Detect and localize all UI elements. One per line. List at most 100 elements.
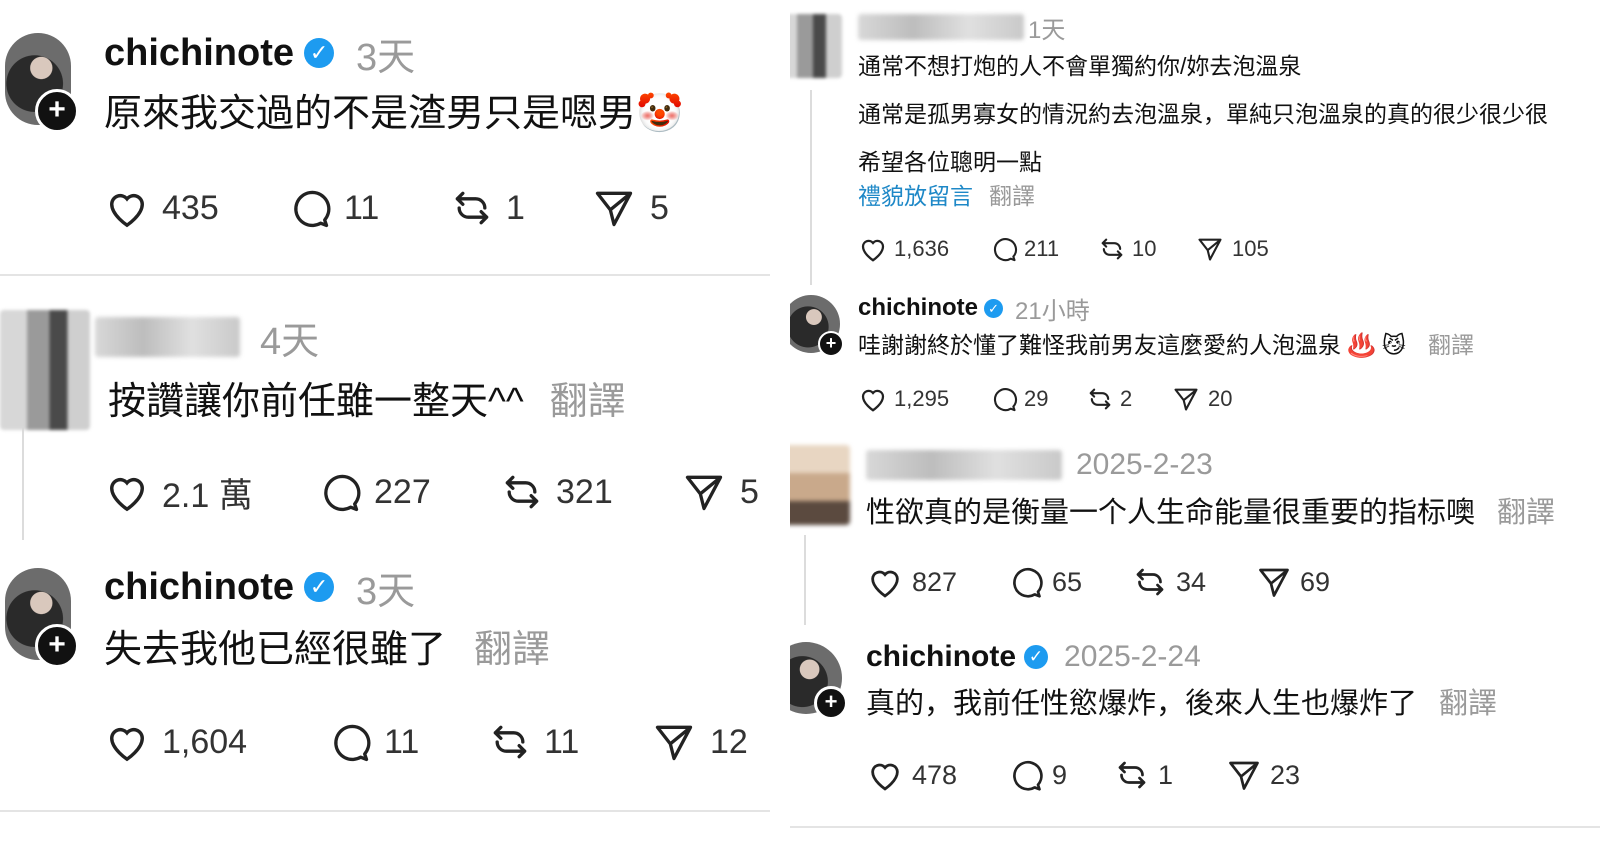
repost-button[interactable]: 1 (1114, 757, 1226, 793)
post-text-line-3: 希望各位聰明一點 (858, 149, 1042, 175)
avatar[interactable]: + (790, 642, 848, 720)
username-blurred[interactable] (866, 450, 1062, 480)
heart-icon (861, 389, 885, 412)
username[interactable]: chichinote (858, 294, 978, 322)
post-text: 真的，我前任性慾爆炸，後來人生也爆炸了 (866, 688, 1418, 720)
post-time: 1天 (1028, 16, 1066, 44)
post-r2: + chichinote ✓ 21小時 哇謝謝終於懂了難怪我前男友這麼愛約人泡溫… (790, 285, 1600, 435)
reply-count: 11 (344, 188, 380, 227)
like-button[interactable]: 1,604 (104, 721, 328, 763)
verified-badge-icon: ✓ (304, 572, 335, 602)
repost-icon (493, 725, 527, 759)
follow-plus-icon[interactable]: + (814, 686, 848, 720)
comment-icon (294, 190, 331, 228)
share-button[interactable]: 23 (1226, 757, 1300, 793)
like-button[interactable]: 478 (866, 758, 1008, 792)
heart-icon (871, 763, 899, 791)
translate-link[interactable]: 翻譯 (550, 381, 626, 423)
like-count: 1,636 (894, 236, 950, 261)
post-3: + chichinote ✓ 3天 失去我他已經很雖了 翻譯 1,604 11 1… (0, 550, 770, 861)
send-icon (1229, 761, 1259, 790)
comment-icon (993, 388, 1018, 412)
hot-springs-emoji-icon: ♨️ 😼 (1347, 332, 1407, 358)
repost-count: 10 (1132, 236, 1157, 261)
repost-button[interactable]: 34 (1132, 564, 1256, 600)
reply-count: 11 (384, 722, 420, 761)
repost-count: 1 (1158, 759, 1174, 790)
reply-button[interactable]: 29 (990, 385, 1086, 413)
avatar[interactable] (0, 310, 90, 430)
post-time: 2025-2-24 (1064, 640, 1201, 673)
repost-button[interactable]: 1 (450, 186, 592, 230)
reply-button[interactable]: 211 (990, 235, 1098, 263)
reply-button[interactable]: 227 (318, 470, 500, 514)
avatar[interactable]: + (5, 568, 79, 668)
divider (0, 810, 770, 812)
verified-badge-icon: ✓ (1024, 645, 1049, 669)
share-button[interactable]: 5 (682, 470, 759, 514)
avatar[interactable] (790, 445, 850, 525)
reply-button[interactable]: 11 (328, 720, 488, 764)
repost-count: 321 (556, 472, 613, 511)
send-icon (1174, 388, 1198, 411)
share-button[interactable]: 69 (1256, 564, 1330, 600)
username[interactable]: chichinote (104, 566, 294, 609)
reply-button[interactable]: 65 (1008, 564, 1132, 600)
username-blurred[interactable] (95, 317, 240, 357)
thread-line (810, 90, 812, 285)
follow-plus-icon[interactable]: + (818, 331, 844, 357)
avatar[interactable]: + (5, 33, 79, 133)
comment-icon (334, 724, 371, 762)
like-button[interactable]: 2.1 萬 (104, 468, 318, 517)
like-button[interactable]: 435 (104, 187, 288, 229)
avatar[interactable]: + (790, 295, 844, 357)
follow-plus-icon[interactable]: + (35, 624, 79, 668)
like-button[interactable]: 827 (866, 565, 1008, 599)
repost-button[interactable]: 2 (1086, 385, 1172, 413)
post-text-line-2: 通常是孤男寡女的情況約去泡溫泉，單純只泡溫泉的真的很少很少很 (858, 101, 1548, 127)
send-icon (1259, 568, 1289, 597)
post-1: + chichinote ✓ 3天 原來我交過的不是渣男只是嗯男🤡 435 11… (0, 0, 770, 280)
translate-link[interactable]: 翻譯 (474, 629, 550, 671)
post-r3: 2025-2-23 性欲真的是衡量一个人生命能量很重要的指标噢 翻譯 827 65… (790, 435, 1600, 630)
repost-button[interactable]: 321 (500, 470, 682, 514)
comment-icon (993, 238, 1018, 262)
translate-link[interactable]: 翻譯 (1428, 332, 1474, 358)
like-button[interactable]: 1,636 (858, 235, 990, 263)
translate-link[interactable]: 翻譯 (1439, 688, 1497, 720)
avatar[interactable] (790, 14, 842, 78)
translate-link[interactable]: 翻譯 (1497, 497, 1555, 529)
reply-button[interactable]: 9 (1008, 757, 1114, 793)
comment-icon (1013, 567, 1043, 598)
like-button[interactable]: 1,295 (858, 385, 990, 413)
follow-plus-icon[interactable]: + (35, 89, 79, 133)
reply-count: 227 (374, 472, 431, 511)
comment-icon (1013, 760, 1043, 791)
username[interactable]: chichinote (866, 640, 1016, 674)
share-count: 5 (740, 472, 759, 511)
share-button[interactable]: 12 (652, 720, 748, 764)
username[interactable]: chichinote (104, 32, 294, 75)
repost-icon (1118, 761, 1146, 789)
repost-count: 1 (506, 188, 525, 227)
repost-count: 34 (1176, 566, 1207, 597)
share-count: 20 (1208, 386, 1233, 411)
repost-button[interactable]: 11 (488, 720, 652, 764)
comment-icon (324, 474, 361, 512)
share-button[interactable]: 5 (592, 186, 669, 230)
like-count: 2.1 萬 (162, 476, 253, 515)
heart-icon (110, 193, 144, 228)
clown-emoji-icon: 🤡 (636, 93, 684, 135)
share-button[interactable]: 20 (1172, 385, 1232, 413)
share-button[interactable]: 105 (1196, 235, 1269, 263)
post-time: 21小時 (1015, 297, 1090, 325)
send-icon (655, 725, 693, 761)
reply-button[interactable]: 11 (288, 186, 450, 230)
username-blurred[interactable] (858, 14, 1024, 40)
polite-comment-link[interactable]: 禮貌放留言 (858, 183, 973, 209)
translate-link[interactable]: 翻譯 (989, 183, 1035, 209)
post-text: 哇謝謝終於懂了難怪我前男友這麼愛約人泡溫泉 (858, 332, 1341, 358)
repost-button[interactable]: 10 (1098, 235, 1196, 263)
like-count: 827 (912, 566, 958, 597)
verified-badge-icon: ✓ (984, 298, 1004, 318)
